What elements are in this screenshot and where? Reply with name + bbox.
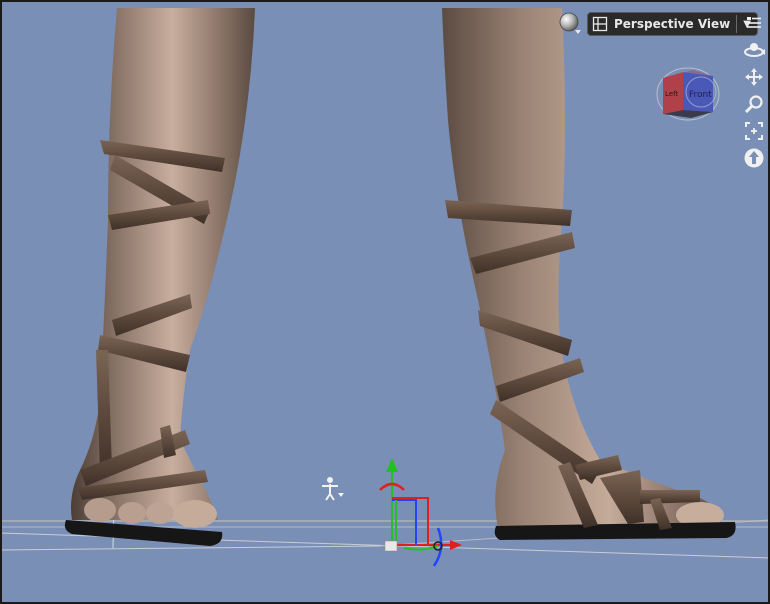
layout-grid-icon bbox=[592, 16, 608, 32]
render-mode-sphere-icon[interactable] bbox=[558, 12, 584, 36]
left-leg bbox=[64, 8, 255, 546]
view-name-label: Perspective View bbox=[614, 17, 731, 31]
3d-viewport[interactable]: Perspective View ▼ Front Left bbox=[0, 0, 770, 604]
view-cube[interactable]: Front Left bbox=[655, 64, 721, 130]
view-cube-left-label: Left bbox=[665, 90, 678, 98]
orbit-icon[interactable] bbox=[743, 39, 765, 61]
zoom-magnifier-icon[interactable] bbox=[743, 93, 765, 115]
frame-selection-icon[interactable] bbox=[743, 120, 765, 142]
viewport-menu-icon[interactable] bbox=[743, 12, 765, 34]
pan-arrows-icon[interactable] bbox=[743, 66, 765, 88]
view-selector-divider bbox=[736, 15, 738, 33]
figure-pose-icon[interactable] bbox=[322, 477, 344, 501]
reset-view-icon[interactable] bbox=[743, 147, 765, 169]
view-selector[interactable]: Perspective View ▼ bbox=[587, 12, 758, 36]
transform-gizmo[interactable] bbox=[379, 458, 462, 567]
view-cube-front-label: Front bbox=[689, 90, 712, 100]
